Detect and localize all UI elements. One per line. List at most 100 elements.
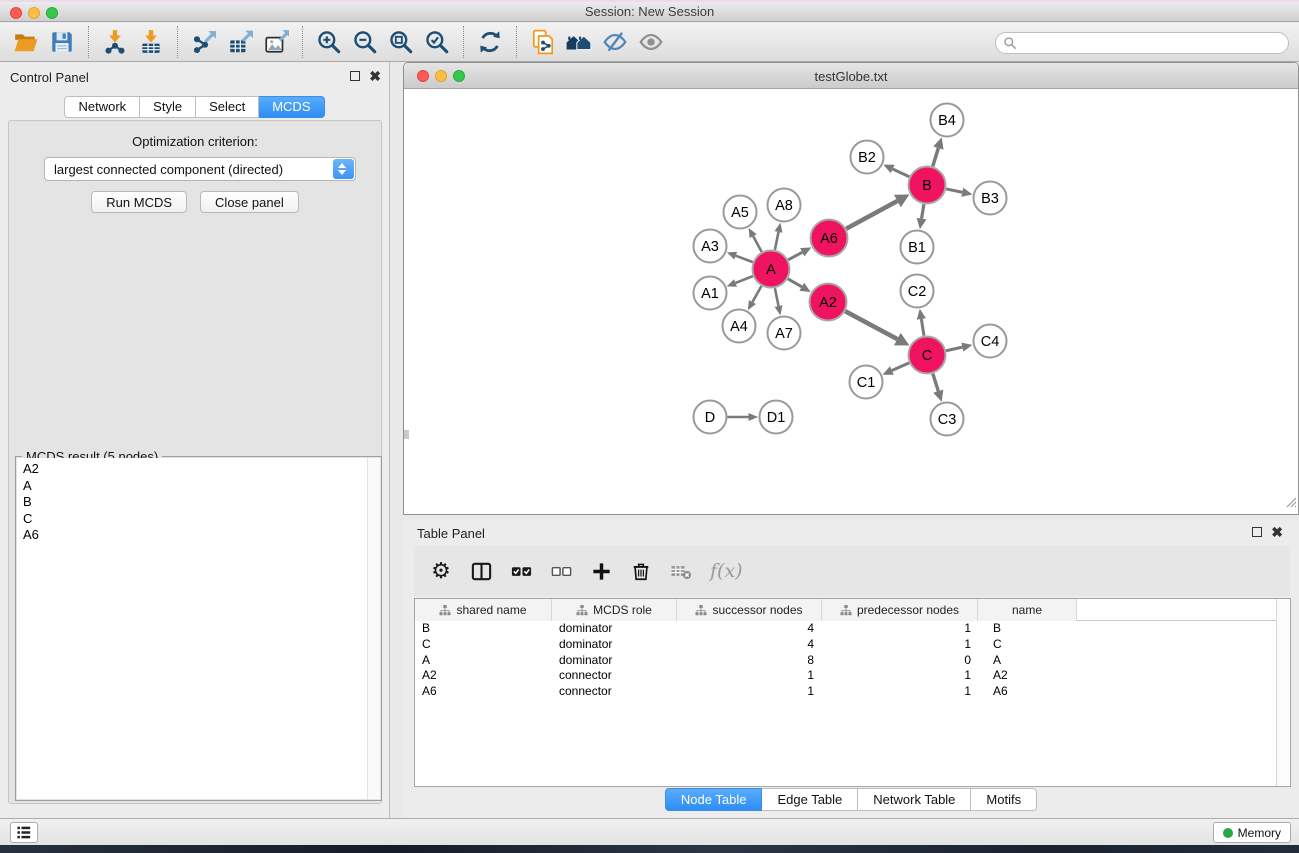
mcds-result-item[interactable]: A2 (17, 461, 380, 478)
graph-edge[interactable] (922, 204, 924, 218)
memory-button[interactable]: Memory (1213, 822, 1291, 843)
graph-edge[interactable] (775, 288, 779, 306)
search-input[interactable] (1017, 34, 1288, 52)
result-list-scrollbar[interactable] (367, 458, 380, 799)
table-cell[interactable]: A6 (978, 684, 1077, 700)
graph-edge[interactable] (788, 252, 802, 260)
close-panel-button[interactable]: Close panel (200, 191, 299, 213)
table-cell[interactable]: C (978, 637, 1077, 653)
import-table-icon[interactable] (136, 27, 166, 57)
delete-table-icon[interactable] (668, 558, 694, 584)
save-session-icon[interactable] (47, 27, 77, 57)
delete-column-icon[interactable] (628, 558, 654, 584)
table-row[interactable]: A2connector11A2 (415, 668, 1290, 684)
float-panel-icon[interactable] (350, 71, 360, 81)
table-cell[interactable]: dominator (552, 621, 677, 637)
close-table-panel-icon[interactable]: ✖ (1271, 527, 1283, 537)
hide-details-icon[interactable] (600, 27, 630, 57)
graph-edge[interactable] (933, 374, 938, 392)
table-cell[interactable]: B (415, 621, 552, 637)
table-cell[interactable]: A (978, 653, 1077, 669)
graph-edge[interactable] (933, 148, 939, 166)
graph-edge[interactable] (736, 256, 753, 262)
tab-motifs[interactable]: Motifs (971, 788, 1037, 811)
graph-edge[interactable] (946, 347, 962, 351)
graph-edge[interactable] (736, 276, 753, 283)
graph-edge[interactable] (921, 319, 924, 336)
table-cell[interactable]: 1 (822, 668, 978, 684)
graph-edge[interactable] (775, 232, 779, 250)
table-cell[interactable]: B (978, 621, 1077, 637)
zoom-fit-icon[interactable] (386, 27, 416, 57)
graph-edge[interactable] (753, 236, 762, 252)
mcds-result-item[interactable]: A6 (17, 527, 380, 544)
float-table-panel-icon[interactable] (1252, 527, 1262, 537)
table-cell[interactable]: A (415, 653, 552, 669)
optimization-criterion-select[interactable]: largest connected component (directed) (44, 157, 356, 181)
import-network-icon[interactable] (100, 27, 130, 57)
deselect-all-icon[interactable] (548, 558, 574, 584)
column-header[interactable]: shared name (415, 599, 552, 621)
task-history-button[interactable] (10, 822, 38, 843)
show-details-icon[interactable] (636, 27, 666, 57)
run-mcds-button[interactable]: Run MCDS (91, 191, 187, 213)
table-row[interactable]: Bdominator41B (415, 621, 1290, 637)
tab-network-table[interactable]: Network Table (858, 788, 971, 811)
window-resize-grip[interactable] (1284, 495, 1297, 513)
graph-edge[interactable] (846, 201, 897, 229)
column-header[interactable]: predecessor nodes (822, 599, 978, 621)
function-builder-icon[interactable]: f(x) (708, 558, 743, 584)
close-panel-icon[interactable]: ✖ (369, 71, 381, 81)
export-table-icon[interactable] (225, 27, 255, 57)
table-row[interactable]: Adominator80A (415, 653, 1290, 669)
graph-edge[interactable] (892, 363, 909, 371)
network-window-titlebar[interactable]: testGlobe.txt (404, 63, 1298, 89)
graph-edge[interactable] (788, 279, 802, 287)
zoom-selected-icon[interactable] (422, 27, 452, 57)
add-column-icon[interactable] (588, 558, 614, 584)
export-network-icon[interactable] (189, 27, 219, 57)
mcds-result-list[interactable]: A2ABCA6 (17, 458, 380, 799)
column-view-icon[interactable] (468, 558, 494, 584)
column-header[interactable]: successor nodes (677, 599, 822, 621)
column-header[interactable]: name (978, 599, 1077, 621)
mcds-result-item[interactable]: C (17, 511, 380, 528)
home-icon[interactable] (564, 27, 594, 57)
graph-edge[interactable] (845, 311, 897, 339)
graph-edge[interactable] (893, 169, 910, 177)
clone-network-icon[interactable] (528, 27, 558, 57)
table-cell[interactable]: 0 (822, 653, 978, 669)
table-cell[interactable]: dominator (552, 637, 677, 653)
table-cell[interactable]: 4 (677, 637, 822, 653)
column-header[interactable]: MCDS role (552, 599, 677, 621)
tab-style[interactable]: Style (140, 96, 196, 118)
graph-edge[interactable] (752, 286, 761, 302)
table-cell[interactable]: 1 (677, 668, 822, 684)
table-cell[interactable]: A6 (415, 684, 552, 700)
zoom-in-icon[interactable] (314, 27, 344, 57)
graph-edge[interactable] (946, 189, 962, 192)
table-cell[interactable]: dominator (552, 653, 677, 669)
mcds-result-item[interactable]: A (17, 478, 380, 495)
refresh-icon[interactable] (475, 27, 505, 57)
settings-gear-icon[interactable]: ⚙ (428, 558, 454, 584)
table-row[interactable]: Cdominator41C (415, 637, 1290, 653)
tab-select[interactable]: Select (196, 96, 259, 118)
table-scrollbar[interactable] (1276, 599, 1290, 786)
zoom-out-icon[interactable] (350, 27, 380, 57)
table-cell[interactable]: A2 (415, 668, 552, 684)
table-cell[interactable]: 1 (822, 684, 978, 700)
table-cell[interactable]: 4 (677, 621, 822, 637)
table-cell[interactable]: connector (552, 668, 677, 684)
table-cell[interactable]: C (415, 637, 552, 653)
select-all-icon[interactable] (508, 558, 534, 584)
table-cell[interactable]: A2 (978, 668, 1077, 684)
tab-network[interactable]: Network (64, 96, 140, 118)
table-row[interactable]: A6connector11A6 (415, 684, 1290, 700)
open-file-icon[interactable] (11, 27, 41, 57)
table-cell[interactable]: 1 (822, 621, 978, 637)
tab-node-table[interactable]: Node Table (665, 788, 763, 811)
tab-edge-table[interactable]: Edge Table (762, 788, 858, 811)
network-canvas[interactable]: A5A8A3A6AA1A2A4A7B4B2BB3B1C2CC4C1C3DD1 (404, 89, 1298, 514)
table-cell[interactable]: 8 (677, 653, 822, 669)
